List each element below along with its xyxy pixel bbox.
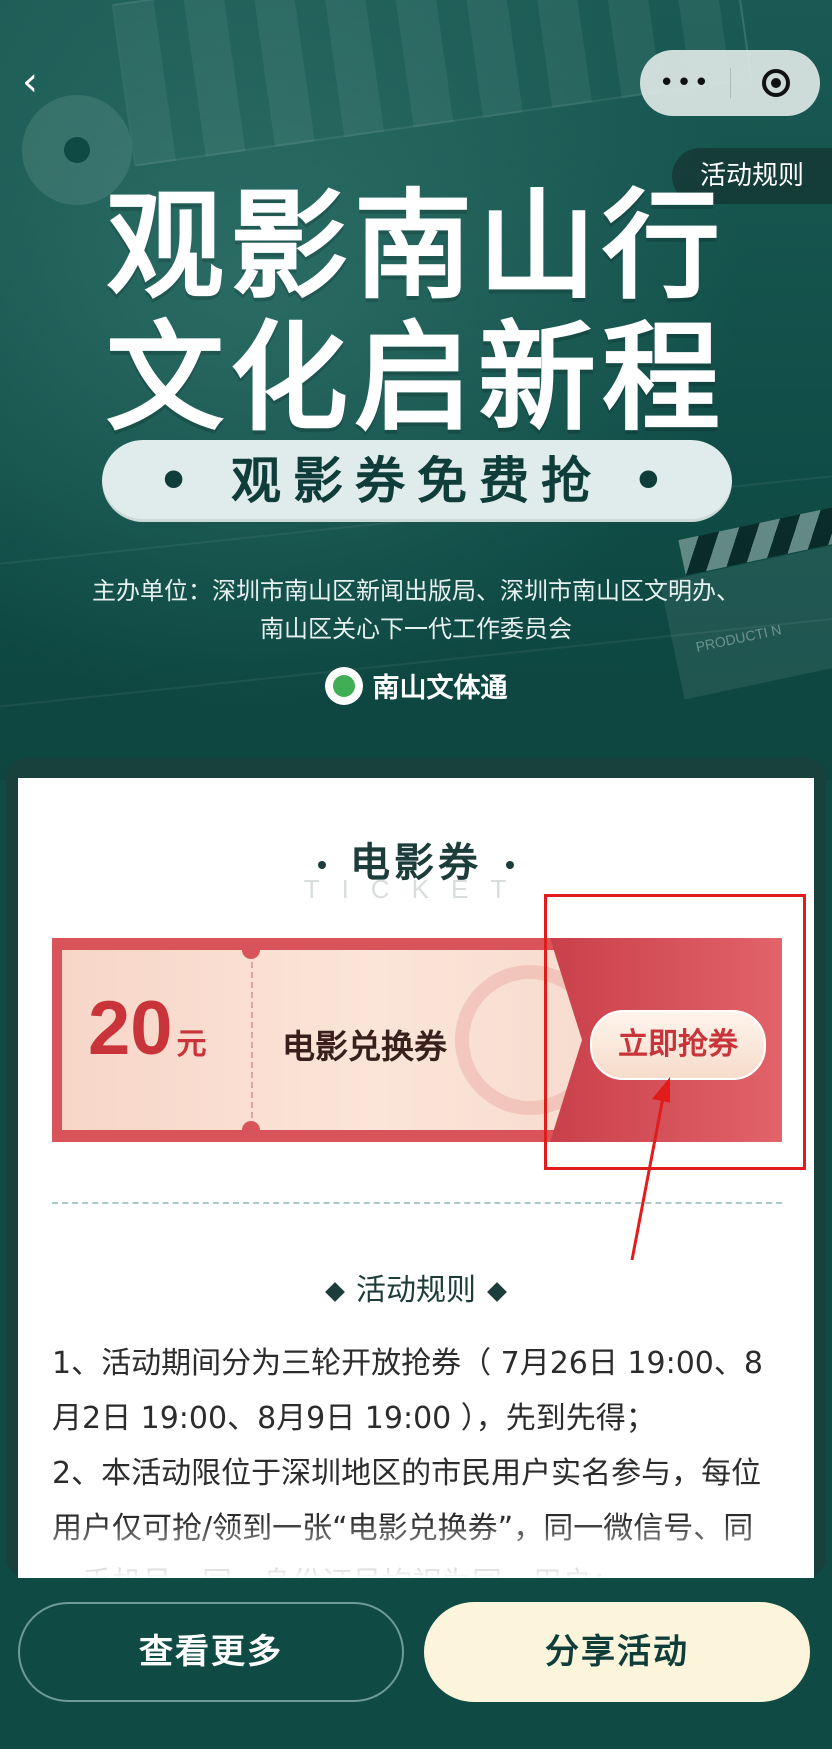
rules-heading: 活动规则 [0, 1265, 832, 1309]
share-activity-button[interactable]: 分享活动 [424, 1602, 810, 1702]
organizer-line1: 主办单位：深圳市南山区新闻出版局、深圳市南山区文明办、 [92, 577, 740, 605]
dashed-divider [52, 1202, 782, 1204]
hero-subtitle: • 观影券免费抢 • [102, 440, 732, 522]
coupon-notch-bottom [242, 1121, 260, 1139]
bullet-dot [506, 861, 514, 869]
brand-logo-icon [324, 666, 363, 705]
coupon-price-unit: 元 [176, 1028, 207, 1061]
coupon-price-value: 20 [88, 986, 173, 1071]
scroll-fade [18, 1520, 814, 1578]
coupon-price: 20 元 [88, 985, 207, 1072]
organizer-line2: 南山区关心下一代工作委员会 [260, 615, 572, 643]
rules-heading-text: 活动规则 [356, 1273, 476, 1308]
coupon-perforation [251, 962, 253, 1118]
highlight-box [544, 894, 806, 1170]
rule-item-1: 1、活动期间分为三轮开放抢券（ 7月26日 19:00、8月2日 19:00、8… [52, 1346, 763, 1436]
annotation-arrow-icon [630, 1077, 670, 1261]
hero-title-line2: 文化启新程 [105, 309, 726, 447]
brand-label: 南山文体通 [0, 666, 832, 705]
miniprogram-capsule: ••• [640, 50, 820, 116]
bullet-dot [318, 861, 326, 869]
diamond-icon [487, 1281, 507, 1302]
coupon-notch-top [242, 941, 260, 959]
diamond-icon [325, 1281, 345, 1302]
brand-name: 南山文体通 [372, 673, 508, 704]
target-icon [761, 69, 790, 97]
organizer-info: 主办单位：深圳市南山区新闻出版局、深圳市南山区文明办、 南山区关心下一代工作委员… [60, 572, 772, 648]
view-more-button[interactable]: 查看更多 [18, 1602, 404, 1702]
close-miniprogram-button[interactable] [731, 69, 820, 97]
coupon-name: 电影兑换券 [282, 1027, 447, 1066]
more-options-button[interactable]: ••• [640, 68, 730, 98]
back-button[interactable]: ‹ [22, 62, 62, 102]
